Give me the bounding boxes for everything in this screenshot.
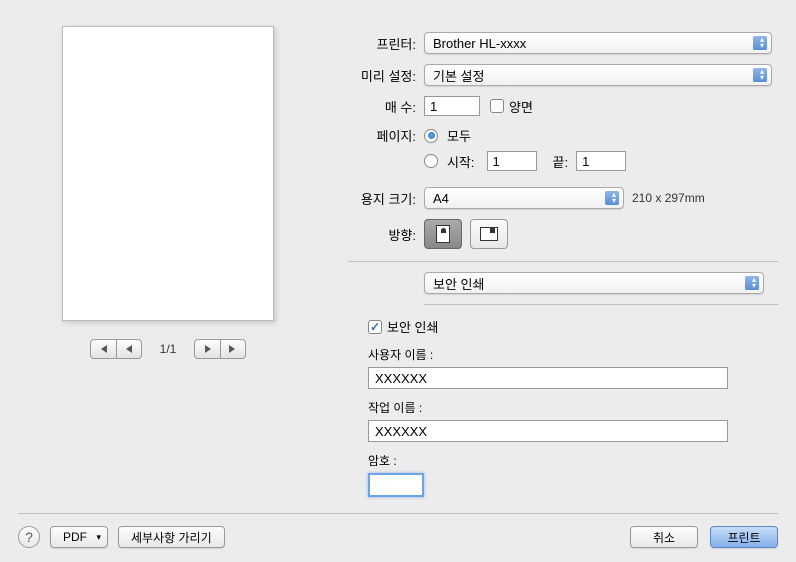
pages-all-label: 모두: [447, 126, 471, 145]
twosided-checkbox[interactable]: [490, 99, 504, 113]
printer-value: Brother HL-xxxx: [433, 36, 526, 51]
pages-to-input[interactable]: [576, 151, 626, 171]
jobname-label: 작업 이름 :: [368, 399, 778, 416]
preset-value: 기본 설정: [433, 66, 484, 85]
portrait-button[interactable]: [424, 219, 462, 249]
copies-row: 매 수: 양면: [348, 96, 778, 116]
printer-select[interactable]: Brother HL-xxxx ▴▾: [424, 32, 772, 54]
cancel-button[interactable]: 취소: [630, 526, 698, 548]
pages-row: 페이지: 모두 시작: 끝:: [348, 126, 778, 177]
password-label: 암호 :: [368, 452, 778, 469]
footer: ? PDF 세부사항 가리기 취소 프린트: [18, 513, 778, 548]
password-input[interactable]: [368, 473, 424, 497]
papersize-label: 용지 크기:: [348, 189, 416, 208]
pdf-label: PDF: [63, 530, 87, 544]
next-page-button[interactable]: [194, 339, 220, 359]
print-dialog: 1/1 프린터: Brother HL-xxxx ▴▾: [0, 0, 796, 562]
footer-actions: 취소 프린트: [630, 526, 778, 548]
papersize-select[interactable]: A4 ▴▾: [424, 187, 624, 209]
printer-row: 프린터: Brother HL-xxxx ▴▾: [348, 32, 778, 54]
pager-forward-group: [194, 339, 246, 359]
pager: 1/1: [90, 339, 247, 359]
secure-print-label: 보안 인쇄: [387, 317, 438, 336]
page-number: 1/1: [160, 342, 177, 356]
separator: [424, 304, 778, 305]
panel-value: 보안 인쇄: [433, 274, 484, 293]
pages-to-label: 끝:: [553, 152, 569, 171]
pdf-menu-button[interactable]: PDF: [50, 526, 108, 548]
preset-label: 미리 설정:: [348, 66, 416, 85]
help-button[interactable]: ?: [18, 526, 40, 548]
preview-column: 1/1: [18, 20, 318, 513]
pages-from-input[interactable]: [487, 151, 537, 171]
hide-details-button[interactable]: 세부사항 가리기: [118, 526, 225, 548]
page-preview: [62, 26, 274, 321]
print-label: 프린트: [727, 529, 760, 546]
printer-label: 프린터:: [348, 34, 416, 53]
pages-all-radio[interactable]: [424, 129, 438, 143]
pages-all-row: 모두: [424, 126, 626, 145]
pages-range-radio[interactable]: [424, 154, 438, 168]
chevron-updown-icon: ▴▾: [760, 69, 764, 81]
chevron-updown-icon: ▴▾: [612, 192, 616, 204]
panel-select[interactable]: 보안 인쇄 ▴▾: [424, 272, 764, 294]
form-column: 프린터: Brother HL-xxxx ▴▾ 미리 설정: 기본 설정 ▴▾ …: [348, 20, 778, 513]
hide-details-label: 세부사항 가리기: [131, 529, 212, 546]
pages-range-row: 시작: 끝:: [424, 151, 626, 171]
copies-input[interactable]: [424, 96, 480, 116]
chevron-updown-icon: ▴▾: [760, 37, 764, 49]
orientation-row: 방향:: [348, 219, 778, 249]
pages-from-label: 시작:: [447, 152, 475, 171]
papersize-row: 용지 크기: A4 ▴▾ 210 x 297mm: [348, 187, 778, 209]
portrait-icon: [436, 225, 450, 243]
copies-label: 매 수:: [348, 97, 416, 116]
pages-options: 모두 시작: 끝:: [424, 126, 626, 177]
cancel-label: 취소: [653, 529, 675, 546]
preset-select[interactable]: 기본 설정 ▴▾: [424, 64, 772, 86]
pages-label: 페이지:: [348, 126, 416, 145]
chevron-updown-icon: ▴▾: [752, 277, 756, 289]
first-page-button[interactable]: [90, 339, 116, 359]
orientation-label: 방향:: [348, 225, 416, 244]
username-input[interactable]: [368, 367, 728, 389]
main-content: 1/1 프린터: Brother HL-xxxx ▴▾: [18, 20, 778, 513]
secure-print-section: 보안 인쇄 사용자 이름 : 작업 이름 : 암호 :: [368, 317, 778, 497]
secure-print-checkbox[interactable]: [368, 320, 382, 334]
paper-dims: 210 x 297mm: [632, 191, 705, 205]
twosided-label: 양면: [509, 97, 533, 116]
secure-print-row: 보안 인쇄: [368, 317, 778, 336]
separator: [348, 261, 778, 262]
last-page-button[interactable]: [220, 339, 246, 359]
landscape-icon: [480, 227, 498, 241]
print-button[interactable]: 프린트: [710, 526, 778, 548]
prev-page-button[interactable]: [116, 339, 142, 359]
pager-back-group: [90, 339, 142, 359]
help-icon: ?: [25, 529, 33, 545]
preset-row: 미리 설정: 기본 설정 ▴▾: [348, 64, 778, 86]
papersize-value: A4: [433, 191, 449, 206]
jobname-input[interactable]: [368, 420, 728, 442]
landscape-button[interactable]: [470, 219, 508, 249]
username-label: 사용자 이름 :: [368, 346, 778, 363]
